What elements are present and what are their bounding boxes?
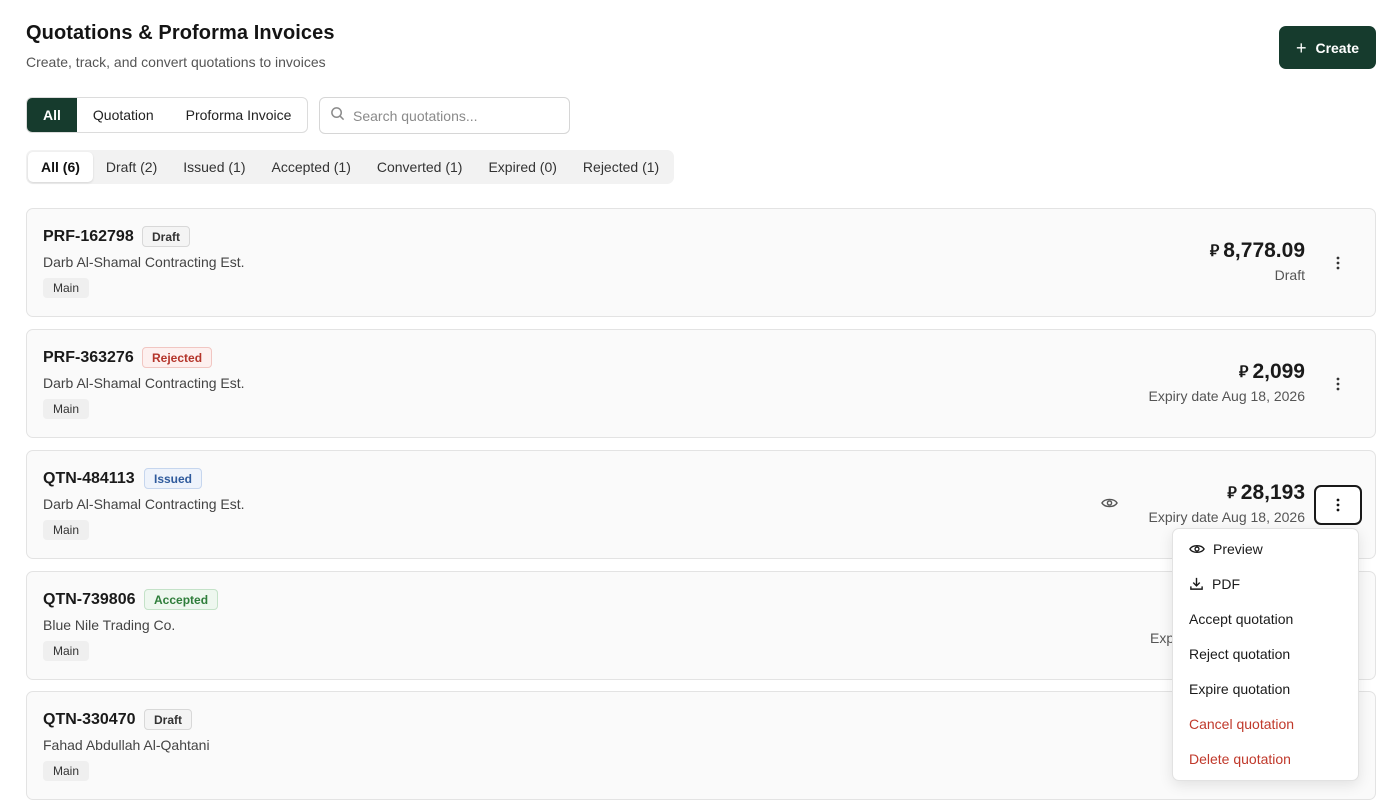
tab-label: Proforma Invoice	[185, 107, 292, 123]
menu-item-pdf[interactable]: PDF	[1173, 566, 1358, 601]
branch-tag: Main	[43, 761, 90, 781]
eye-icon	[1101, 498, 1118, 508]
quotation-card[interactable]: PRF-363276 Rejected Darb Al-Shamal Contr…	[26, 329, 1376, 438]
more-actions-button[interactable]	[1314, 364, 1362, 404]
client-name: Darb Al-Shamal Contracting Est.	[43, 375, 245, 391]
amount-value: 28,193	[1240, 481, 1305, 504]
search-input[interactable]	[353, 107, 553, 124]
quotation-number: QTN-330470	[43, 711, 136, 728]
branch-tag: Main	[43, 520, 90, 540]
menu-item-label: Preview	[1213, 540, 1263, 557]
client-name: Darb Al-Shamal Contracting Est.	[43, 254, 245, 270]
status-badge: Draft	[144, 709, 193, 730]
amount: ⃁ 2,099	[1239, 360, 1305, 384]
create-button-label: Create	[1315, 39, 1360, 56]
status-badge: Rejected	[142, 347, 213, 368]
menu-item-accept[interactable]: Accept quotation	[1173, 601, 1358, 636]
amount: ⃁ 8,778.09	[1210, 239, 1305, 263]
download-icon	[1190, 577, 1203, 590]
menu-item-label: Cancel quotation	[1189, 715, 1295, 732]
expiry-date: Exp	[1150, 630, 1175, 646]
amount-value: 8,778.09	[1223, 239, 1305, 262]
menu-item-delete[interactable]: Delete quotation	[1173, 741, 1358, 776]
status-tab-issued[interactable]: Issued (1)	[170, 152, 258, 182]
status-badge: Accepted	[144, 589, 219, 610]
expiry-date: Expiry date Aug 18, 2026	[1148, 388, 1305, 404]
branch-tag: Main	[43, 278, 90, 298]
branch-tag: Main	[43, 641, 90, 661]
tab-label: All	[43, 107, 61, 123]
quotation-card[interactable]: PRF-162798 Draft Darb Al-Shamal Contract…	[26, 208, 1376, 317]
status-tab-label: Converted (1)	[376, 159, 463, 175]
quotation-number: QTN-484113	[43, 470, 135, 487]
amount: ⃁ 28,193	[1227, 481, 1305, 505]
plus-icon: +	[1295, 37, 1307, 58]
more-vertical-icon	[1336, 377, 1340, 391]
currency-symbol: ⃁	[1238, 364, 1249, 381]
status-tab-label: Expired (0)	[488, 159, 557, 175]
tab-quotation[interactable]: Quotation	[77, 98, 170, 132]
currency-symbol: ⃁	[1209, 243, 1220, 260]
status-tab-rejected[interactable]: Rejected (1)	[570, 152, 672, 182]
status-tab-label: Draft (2)	[105, 159, 158, 175]
quotation-number: PRF-363276	[43, 349, 134, 366]
create-button[interactable]: + Create	[1279, 26, 1376, 69]
client-name: Darb Al-Shamal Contracting Est.	[43, 496, 245, 512]
search-icon	[330, 106, 345, 126]
status-tab-draft[interactable]: Draft (2)	[93, 152, 170, 182]
menu-item-preview[interactable]: Preview	[1173, 531, 1358, 566]
expiry-date: Expiry date Aug 18, 2026	[1148, 509, 1305, 525]
status-tab-label: Issued (1)	[183, 159, 246, 175]
status-tab-expired[interactable]: Expired (0)	[475, 152, 569, 182]
menu-item-label: Reject quotation	[1189, 645, 1291, 662]
page-title: Quotations & Proforma Invoices	[26, 22, 335, 44]
page-subtitle: Create, track, and convert quotations to…	[26, 54, 326, 70]
menu-item-label: Expire quotation	[1189, 680, 1291, 697]
more-vertical-icon	[1336, 256, 1340, 270]
sub-status: Draft	[1274, 267, 1305, 283]
eye-icon	[1189, 544, 1205, 553]
status-badge: Draft	[142, 226, 191, 247]
status-tab-accepted[interactable]: Accepted (1)	[258, 152, 363, 182]
client-name: Fahad Abdullah Al-Qahtani	[43, 737, 210, 753]
quick-preview-button[interactable]	[1101, 496, 1118, 514]
menu-item-label: Delete quotation	[1189, 750, 1291, 767]
more-vertical-icon	[1336, 498, 1340, 512]
branch-tag: Main	[43, 399, 90, 419]
menu-item-label: Accept quotation	[1189, 610, 1294, 627]
status-tab-label: All (6)	[41, 159, 80, 175]
menu-item-label: PDF	[1212, 575, 1240, 592]
tab-label: Quotation	[92, 107, 154, 123]
client-name: Blue Nile Trading Co.	[43, 617, 176, 633]
menu-item-cancel[interactable]: Cancel quotation	[1173, 706, 1358, 741]
status-tab-all[interactable]: All (6)	[28, 152, 93, 182]
quotation-number: PRF-162798	[43, 228, 134, 245]
tab-proforma-invoice[interactable]: Proforma Invoice	[170, 98, 308, 132]
tab-all[interactable]: All	[27, 98, 77, 132]
menu-item-reject[interactable]: Reject quotation	[1173, 636, 1358, 671]
page-header: Quotations & Proforma Invoices Create, t…	[26, 22, 335, 70]
amount-value: 2,099	[1252, 360, 1305, 383]
status-tab-label: Accepted (1)	[271, 159, 351, 175]
status-badge: Issued	[144, 468, 203, 489]
status-tab-converted[interactable]: Converted (1)	[364, 152, 476, 182]
more-actions-button[interactable]	[1314, 243, 1362, 283]
status-tab-label: Rejected (1)	[582, 159, 660, 175]
menu-item-expire[interactable]: Expire quotation	[1173, 671, 1358, 706]
actions-menu: Preview PDF Accept quotation Reject quot…	[1172, 528, 1359, 781]
quotation-number: QTN-739806	[43, 591, 136, 608]
more-actions-button[interactable]	[1314, 485, 1362, 525]
type-tabs: All Quotation Proforma Invoice	[26, 97, 309, 133]
currency-symbol: ⃁	[1227, 485, 1237, 502]
search-box	[319, 97, 570, 134]
status-filter-tabs: All (6) Draft (2) Issued (1) Accepted (1…	[26, 150, 675, 184]
